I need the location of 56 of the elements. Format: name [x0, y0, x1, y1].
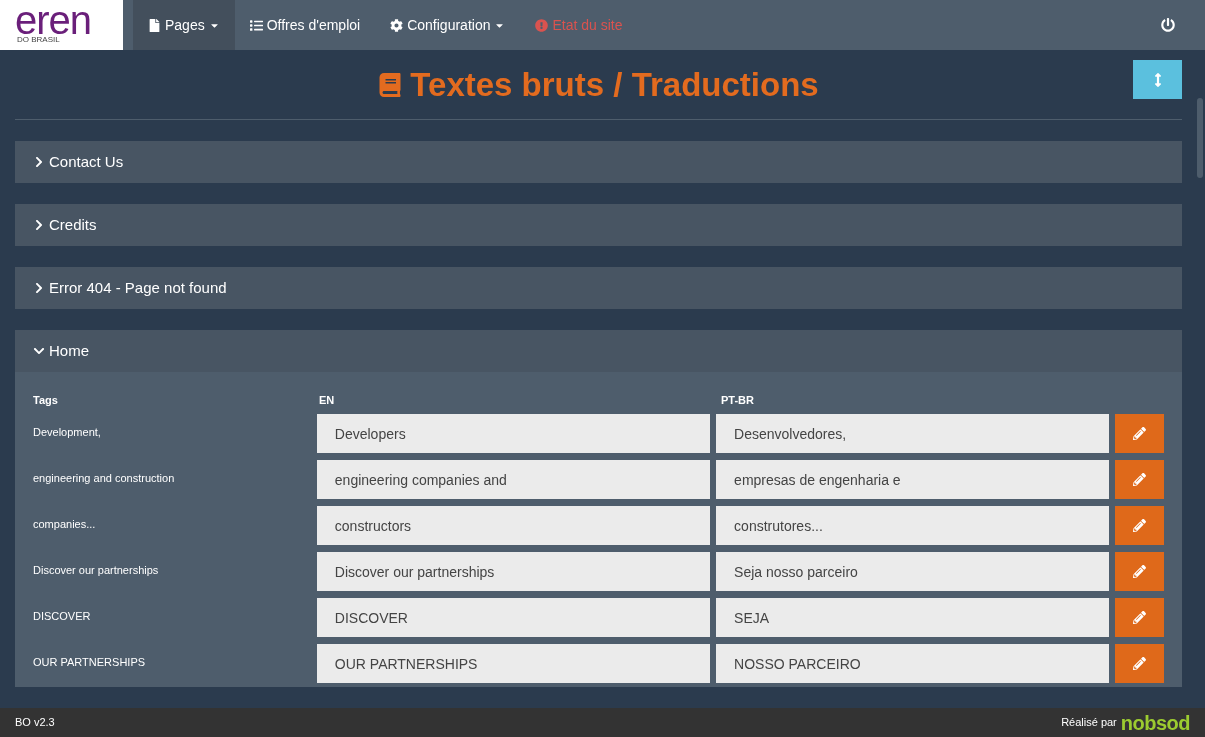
tag-label: OUR PARTNERSHIPS — [33, 655, 147, 670]
text-field[interactable]: OUR PARTNERSHIPS — [316, 644, 711, 683]
scrollbar-thumb[interactable] — [1197, 98, 1203, 178]
text-field[interactable]: engineering companies and — [316, 460, 711, 499]
text-field[interactable]: DISCOVER — [316, 598, 711, 637]
brand-logo[interactable]: nobsod — [1120, 712, 1190, 733]
tag-label: DISCOVER — [33, 609, 92, 624]
alert-icon — [535, 18, 549, 32]
chevron-right-icon — [33, 156, 45, 168]
section-header[interactable]: Credits — [15, 204, 1182, 246]
text-field[interactable]: constructors — [316, 506, 711, 545]
text-field[interactable]: empresas de engenharia e — [716, 460, 1110, 499]
logo-subtitle: DO BRASIL — [16, 35, 61, 45]
edit-button[interactable] — [1115, 506, 1164, 545]
file-icon — [148, 18, 161, 32]
section-header[interactable]: Error 404 - Page not found — [15, 267, 1182, 309]
tag-label: Discover our partnerships — [33, 563, 160, 578]
power-icon — [1161, 18, 1175, 32]
text-field[interactable]: NOSSO PARCEIRO — [716, 644, 1110, 683]
text-field[interactable]: Discover our partnerships — [316, 552, 711, 591]
version-label: BO v2.3 — [15, 715, 55, 731]
edit-button[interactable] — [1115, 552, 1164, 591]
chevron-right-icon — [33, 282, 45, 294]
text-field[interactable]: construtores... — [716, 506, 1110, 545]
list-icon — [249, 18, 263, 32]
edit-button[interactable] — [1115, 598, 1164, 637]
chevron-right-icon — [33, 219, 45, 231]
section-header[interactable]: Contact Us — [15, 141, 1182, 183]
pencil-icon — [1133, 611, 1147, 624]
tag-label: companies... — [33, 517, 97, 532]
chevron-down-icon — [33, 345, 45, 357]
toggle-all-button[interactable] — [1133, 60, 1182, 99]
tag-label: Development, — [33, 425, 102, 440]
edit-button[interactable] — [1115, 414, 1164, 453]
nav-item[interactable]: Pages — [133, 0, 235, 50]
pencil-icon — [1133, 427, 1147, 440]
tag-label: engineering and construction — [33, 471, 176, 486]
text-field[interactable]: SEJA — [716, 598, 1110, 637]
text-field[interactable]: Desenvolvedores, — [716, 414, 1110, 453]
pencil-icon — [1133, 657, 1147, 670]
edit-button[interactable] — [1115, 460, 1164, 499]
settings-icon — [390, 18, 404, 32]
page-title: Textes bruts / Traductions — [410, 64, 819, 105]
pencil-icon — [1133, 565, 1147, 578]
edit-button[interactable] — [1115, 644, 1164, 683]
credit-label: Réalisé par — [1061, 715, 1117, 731]
text-field[interactable]: Seja nosso parceiro — [716, 552, 1110, 591]
logo-wordmark: eren — [15, 5, 93, 35]
book-icon — [378, 72, 403, 97]
column-header: PT-BR — [721, 392, 754, 408]
section-header[interactable]: Home — [15, 330, 1182, 372]
column-header: EN — [319, 392, 336, 408]
column-header: Tags — [33, 392, 59, 408]
pencil-icon — [1133, 519, 1147, 532]
pencil-icon — [1133, 473, 1147, 486]
text-field[interactable]: Developers — [316, 414, 711, 453]
